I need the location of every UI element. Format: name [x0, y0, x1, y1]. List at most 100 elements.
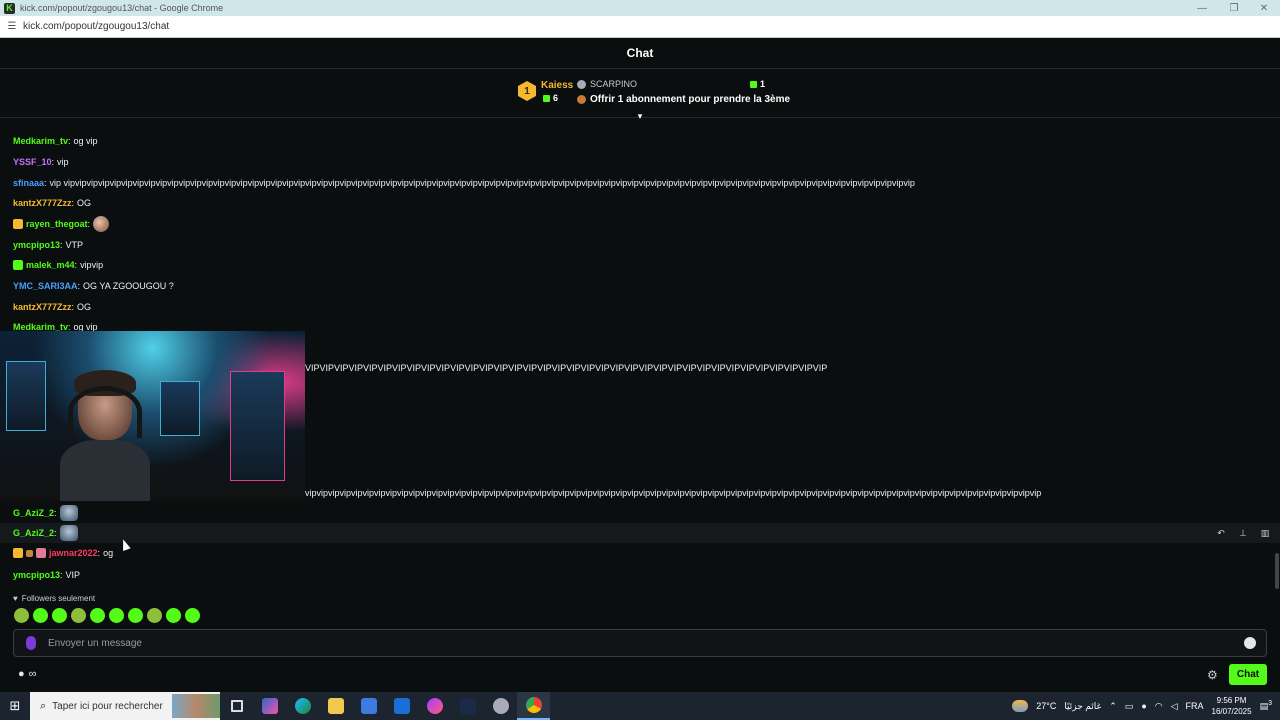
emote-icon[interactable]: [166, 608, 181, 623]
chat-message[interactable]: sfinaaa: vip vipvipvipvipvipvipvipvipvip…: [13, 178, 915, 188]
chat-username[interactable]: ymcpipo13: [13, 240, 60, 250]
reply-icon[interactable]: ↶: [1214, 526, 1228, 540]
chat-message[interactable]: vipvipvipvipvipvipvipvipvipvipvipvipvipv…: [305, 488, 1041, 498]
chat-text: OG: [77, 198, 92, 208]
wifi-icon[interactable]: ◠: [1155, 701, 1163, 712]
emote-icon[interactable]: [128, 608, 143, 623]
chat-username[interactable]: G_AziZ_2: [13, 528, 54, 538]
taskbar-search[interactable]: ⌕ Taper ici pour rechercher: [30, 692, 220, 720]
taskbar-clock[interactable]: 9:56 PM 16/07/2025: [1212, 695, 1252, 717]
chrome-icon[interactable]: [517, 692, 550, 720]
leader-name[interactable]: Kaiess: [541, 80, 573, 91]
outlook-icon[interactable]: [385, 692, 418, 720]
chat-username[interactable]: YSSF_10: [13, 157, 52, 167]
delete-icon[interactable]: ▥: [1258, 526, 1272, 540]
weather-temp[interactable]: 27°C: [1036, 701, 1056, 711]
message-actions: ↶ ⊥ ▥: [1214, 526, 1272, 540]
chat-username[interactable]: malek_m44: [26, 260, 75, 270]
gift-offer-link[interactable]: Offrir 1 abonnement pour prendre la 3ème: [577, 94, 790, 105]
restore-button[interactable]: ❐: [1218, 0, 1250, 16]
tray-chevron-icon[interactable]: ⌃: [1109, 701, 1117, 712]
search-highlight-image: [172, 694, 220, 718]
emote-icon[interactable]: [52, 608, 67, 623]
address-bar[interactable]: ☰ kick.com/popout/zgougou13/chat: [0, 16, 1280, 38]
chat-message[interactable]: YMC_SARI3AA: OG YA ZGOOUGOU ?: [13, 281, 174, 291]
copilot-icon[interactable]: [253, 692, 286, 720]
close-button[interactable]: ✕: [1248, 0, 1280, 16]
chat-username[interactable]: jawnar2022: [49, 548, 98, 558]
pin-icon[interactable]: ⊥: [1236, 526, 1250, 540]
task-view-icon[interactable]: [220, 692, 253, 720]
chat-extras[interactable]: ● ∞: [18, 668, 37, 680]
microphone-icon[interactable]: [26, 636, 36, 650]
chat-text: VIP: [65, 570, 81, 580]
store-icon[interactable]: [352, 692, 385, 720]
chat-message[interactable]: jawnar2022: og: [13, 548, 113, 558]
emote-cat-icon[interactable]: [59, 505, 78, 521]
emote-icon[interactable]: [147, 608, 162, 623]
edge-icon[interactable]: [286, 692, 319, 720]
chat-username[interactable]: rayen_thegoat: [26, 219, 88, 229]
chat-text: VTP: [65, 240, 84, 250]
microphone-tray-icon[interactable]: ●: [1141, 701, 1146, 711]
volume-icon[interactable]: ◁: [1171, 701, 1178, 712]
chat-message[interactable]: kantzX777Zzz: OG: [13, 302, 91, 312]
recorder-icon[interactable]: [484, 692, 517, 720]
windows-start-icon[interactable]: ⊞: [0, 692, 30, 720]
chat-message[interactable]: G_AziZ_2:: [13, 525, 78, 541]
chat-message[interactable]: malek_m44: vipvip: [13, 260, 103, 270]
emote-cat-icon[interactable]: [59, 525, 78, 541]
emote-icon[interactable]: [90, 608, 105, 623]
quick-emotes-bar: [14, 608, 200, 623]
chat-message[interactable]: Medkarim_tv: og vip: [13, 136, 98, 146]
url-text[interactable]: kick.com/popout/zgougou13/chat: [23, 21, 169, 32]
chat-scrollbar[interactable]: [1275, 553, 1279, 589]
emoji-picker-icon[interactable]: [1244, 637, 1256, 649]
points-icon[interactable]: ●: [18, 668, 25, 680]
gift-badge-icon: [13, 260, 23, 270]
chat-username[interactable]: kantzX777Zzz: [13, 198, 72, 208]
emote-icon[interactable]: [109, 608, 124, 623]
site-settings-icon[interactable]: ☰: [6, 21, 18, 33]
system-tray: 27°C غائم جزئيًا ⌃ ▭ ● ◠ ◁ FRA 9:56 PM 1…: [1012, 692, 1280, 720]
messenger-icon[interactable]: [418, 692, 451, 720]
leader-count: 6: [543, 93, 558, 103]
giver-row[interactable]: SCARPINO: [577, 79, 637, 89]
input-language[interactable]: FRA: [1186, 701, 1204, 711]
chat-username[interactable]: Medkarim_tv: [13, 136, 68, 146]
chat-settings-gear-icon[interactable]: ⚙: [1207, 668, 1218, 682]
webcam-overlay[interactable]: [0, 331, 305, 501]
minimize-button[interactable]: —: [1186, 0, 1218, 16]
message-input[interactable]: [48, 637, 1244, 649]
chat-username[interactable]: sfinaaa: [13, 178, 44, 188]
windows-taskbar: ⊞ ⌕ Taper ici pour rechercher 27°C غائم …: [0, 692, 1280, 720]
chat-message[interactable]: rayen_thegoat:: [13, 216, 110, 232]
chat-message[interactable]: YSSF_10: vip: [13, 157, 69, 167]
chat-message[interactable]: ymcpipo13: VTP: [13, 240, 83, 250]
chat-username[interactable]: G_AziZ_2: [13, 508, 54, 518]
emote-icon[interactable]: [71, 608, 86, 623]
chat-username[interactable]: kantzX777Zzz: [13, 302, 72, 312]
chat-username[interactable]: YMC_SARI3AA: [13, 281, 78, 291]
infinity-icon[interactable]: ∞: [29, 668, 37, 680]
steam-icon[interactable]: [451, 692, 484, 720]
send-chat-button[interactable]: Chat: [1229, 664, 1267, 685]
emote-icon[interactable]: [33, 608, 48, 623]
weather-icon[interactable]: [1012, 700, 1029, 712]
notifications-icon[interactable]: ▤3: [1260, 700, 1272, 712]
chat-message[interactable]: kantzX777Zzz: OG: [13, 198, 91, 208]
file-explorer-icon[interactable]: [319, 692, 352, 720]
message-input-box[interactable]: [13, 629, 1267, 657]
chat-message[interactable]: VIPVIPVIPVIPVIPVIPVIPVIPVIPVIPVIPVIPVIPV…: [305, 363, 827, 373]
chat-message[interactable]: ymcpipo13: VIP: [13, 570, 80, 580]
sword-badge-icon: [26, 549, 33, 557]
chat-username[interactable]: ymcpipo13: [13, 570, 60, 580]
emote-icon[interactable]: [185, 608, 200, 623]
network-icon[interactable]: ▭: [1125, 701, 1134, 712]
weather-text[interactable]: غائم جزئيًا: [1064, 701, 1101, 712]
arcade-cabinet: [6, 361, 46, 431]
chat-text: og vip: [73, 136, 98, 146]
chat-message[interactable]: G_AziZ_2:: [13, 505, 78, 521]
emote-icon[interactable]: [14, 608, 29, 623]
emote-face-icon[interactable]: [93, 216, 110, 232]
